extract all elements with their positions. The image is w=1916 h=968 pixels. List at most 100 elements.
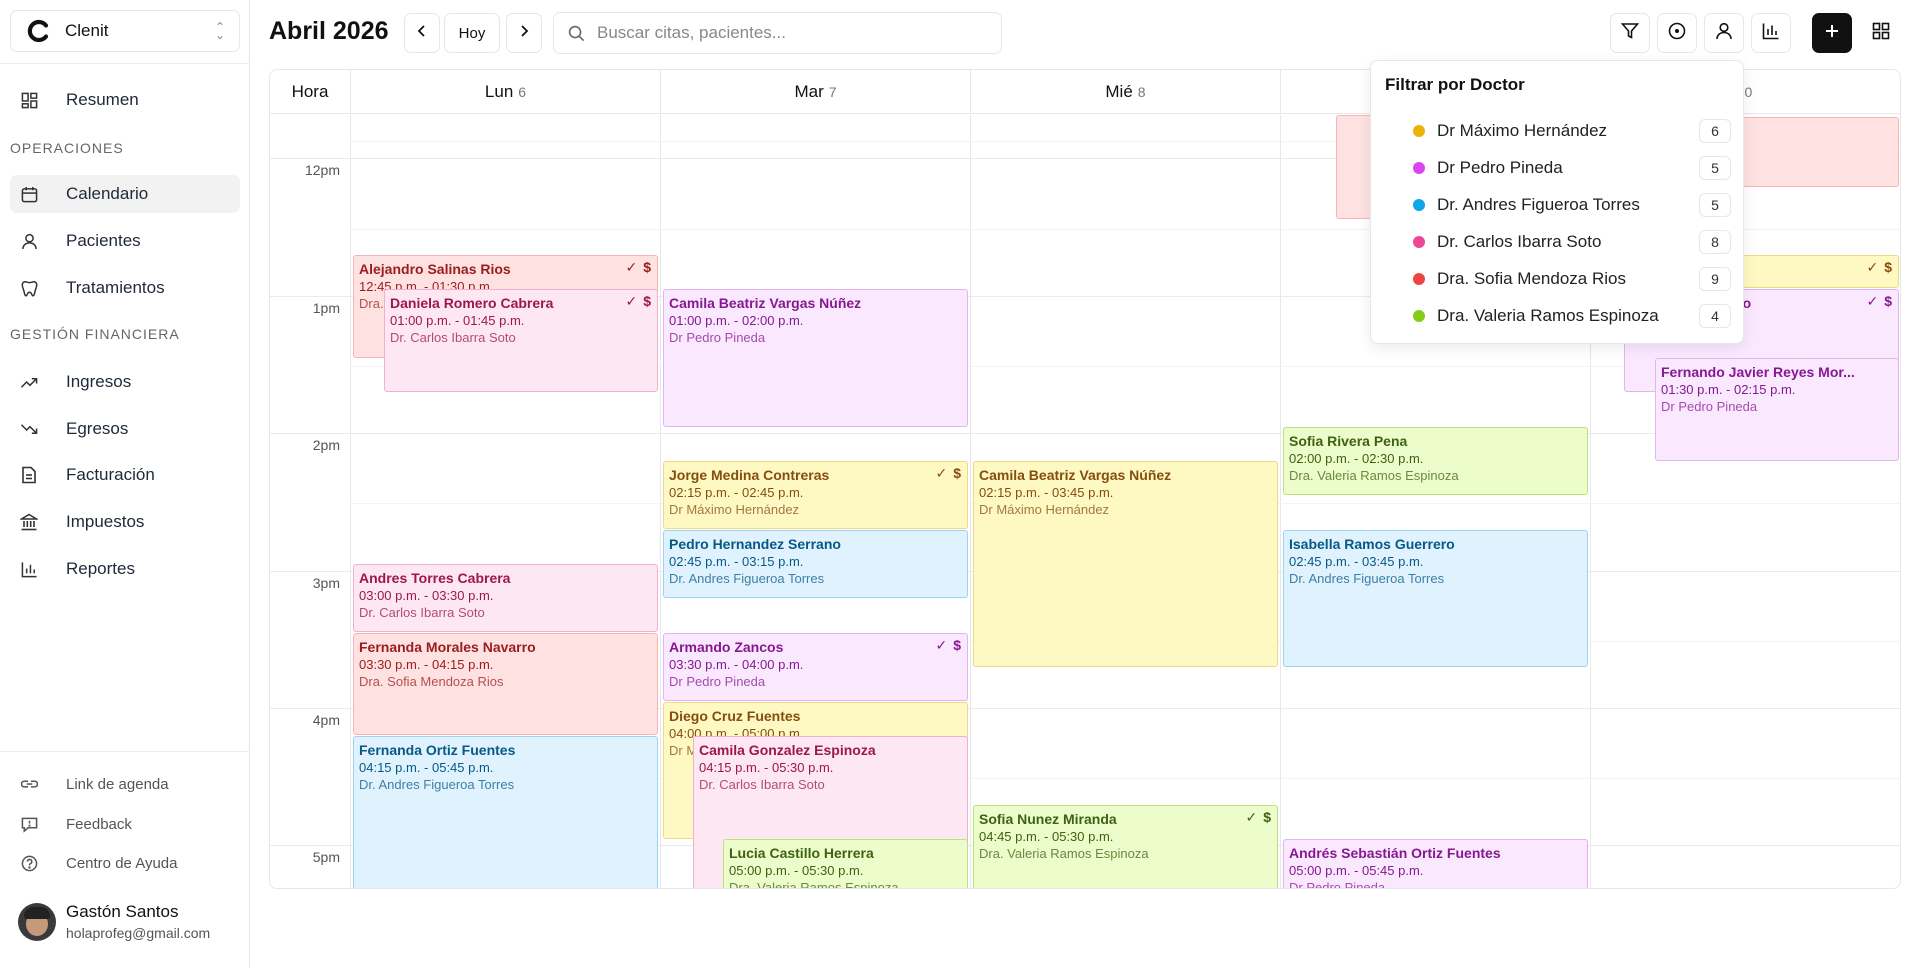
day-number: 7: [828, 83, 837, 100]
hour-header-label: Hora: [291, 81, 329, 101]
user-name: Gastón Santos: [66, 902, 179, 921]
doctor-name: Dr Máximo Hernández: [669, 502, 800, 517]
sidebar-item-egresos[interactable]: Egresos: [10, 410, 240, 448]
check-icon: ✓: [1866, 293, 1879, 309]
appointment-time: 03:00 p.m. - 03:30 p.m.: [359, 588, 494, 603]
org-switcher[interactable]: Clenit ⌃ ⌄: [10, 10, 240, 52]
page-title: Abril 2026: [269, 17, 389, 45]
patient-name: Lucia Castillo Herrera: [729, 845, 874, 861]
doctor-color-dot: [1413, 162, 1425, 174]
appointment-card[interactable]: Fernando Javier Reyes Mor... 01:30 p.m. …: [1655, 358, 1899, 461]
doctor-button[interactable]: [1704, 13, 1744, 53]
doctor-filter-item[interactable]: Dr Pedro Pineda 5: [1385, 150, 1731, 186]
appointment-card[interactable]: Isabella Ramos Guerrero 02:45 p.m. - 03:…: [1283, 530, 1588, 667]
appointment-card[interactable]: Camila Beatriz Vargas Núñez 01:00 p.m. -…: [663, 289, 968, 427]
paid-icon: $: [1263, 809, 1271, 825]
chart-icon: [20, 560, 38, 578]
doctor-name: Dr Pedro Pineda: [1661, 399, 1758, 414]
filter-button[interactable]: [1610, 13, 1650, 53]
doctor-count-badge: 6: [1699, 119, 1731, 143]
column-divider: [1280, 115, 1281, 888]
status-button[interactable]: [1657, 13, 1697, 53]
appointment-card[interactable]: Jorge Medina Contreras 02:15 p.m. - 02:4…: [663, 461, 968, 529]
appointment-time: 02:15 p.m. - 02:45 p.m.: [669, 485, 804, 500]
appointment-time: 04:15 p.m. - 05:30 p.m.: [699, 760, 834, 775]
appointment-card[interactable]: Camila Beatriz Vargas Núñez 02:15 p.m. -…: [973, 461, 1278, 667]
day-header-tue[interactable]: Mar 7: [661, 70, 971, 114]
prev-button[interactable]: [404, 13, 440, 53]
sidebar-item-tratamientos[interactable]: Tratamientos: [10, 269, 240, 307]
doctor-filter-popover: Filtrar por Doctor Dr Máximo Hernández 6…: [1370, 60, 1744, 344]
stats-button[interactable]: [1751, 13, 1791, 53]
doctor-color-dot: [1413, 273, 1425, 285]
check-icon: ✓: [1245, 809, 1258, 825]
patient-name: Fernanda Morales Navarro: [359, 639, 536, 655]
sidebar-item-facturacion[interactable]: Facturación: [10, 456, 240, 494]
search-input[interactable]: [597, 23, 987, 43]
sidebar-item-ingresos[interactable]: Ingresos: [10, 363, 240, 401]
user-email: holaprofeg@gmail.com: [66, 925, 211, 941]
sidebar: Clenit ⌃ ⌄ Resumen OPERACIONES Calendario…: [0, 0, 250, 968]
appointment-card[interactable]: Sofia Rivera Pena 02:00 p.m. - 02:30 p.m…: [1283, 427, 1588, 495]
appointment-card[interactable]: Sofia Nunez Miranda 04:45 p.m. - 05:30 p…: [973, 805, 1278, 888]
user-profile[interactable]: Gastón Santos holaprofeg@gmail.com: [18, 902, 210, 941]
doctor-name: Dr. Carlos Ibarra Soto: [699, 777, 825, 792]
link-de-agenda-link[interactable]: Link de agenda: [10, 768, 240, 800]
sidebar-item-resumen[interactable]: Resumen: [10, 81, 240, 119]
link-icon: [20, 775, 38, 793]
appointment-card[interactable]: Andrés Sebastián Ortiz Fuentes 05:00 p.m…: [1283, 839, 1588, 889]
sidebar-item-label: Impuestos: [66, 512, 145, 531]
doctor-count-badge: 9: [1699, 267, 1731, 291]
chevron-right-icon: [518, 24, 530, 42]
sidebar-item-pacientes[interactable]: Pacientes: [10, 222, 240, 260]
today-button[interactable]: Hoy: [444, 13, 500, 53]
appointment-card[interactable]: Daniela Romero Cabrera 01:00 p.m. - 01:4…: [384, 289, 658, 392]
appointment-card[interactable]: Lucia Castillo Herrera 05:00 p.m. - 05:3…: [723, 839, 968, 888]
appointment-card[interactable]: Armando Zancos 03:30 p.m. - 04:00 p.m. D…: [663, 633, 968, 701]
hour-label: 1pm: [312, 300, 340, 316]
appointment-time: 02:15 p.m. - 03:45 p.m.: [979, 485, 1114, 500]
doctor-count-badge: 8: [1699, 230, 1731, 254]
doctor-filter-item[interactable]: Dr. Carlos Ibarra Soto 8: [1385, 224, 1731, 260]
doctor-name: Dr. Carlos Ibarra Soto: [359, 605, 485, 620]
doctor-filter-item[interactable]: Dra. Sofia Mendoza Rios 9: [1385, 261, 1731, 297]
hour-label: 3pm: [312, 575, 340, 591]
sidebar-item-reportes[interactable]: Reportes: [10, 550, 240, 588]
doctor-color-dot: [1413, 199, 1425, 211]
doctor-name: Dr Pedro Pineda: [1289, 880, 1386, 889]
patient-name: Andres Torres Cabrera: [359, 570, 511, 586]
check-icon: ✓: [935, 465, 948, 481]
sidebar-item-calendario[interactable]: Calendario: [10, 175, 240, 213]
feedback-link[interactable]: Feedback: [10, 808, 240, 840]
column-divider: [350, 115, 351, 888]
sidebar-item-label: Facturación: [66, 465, 155, 484]
doctor-name: Dr. Andres Figueroa Torres: [669, 571, 825, 586]
appointment-card[interactable]: Fernanda Morales Navarro 03:30 p.m. - 04…: [353, 633, 658, 735]
doctor-filter-item[interactable]: Dr. Andres Figueroa Torres 5: [1385, 187, 1731, 223]
add-appointment-button[interactable]: [1812, 13, 1852, 53]
doctor-filter-item[interactable]: Dra. Valeria Ramos Espinoza 4: [1385, 298, 1731, 334]
doctor-color-dot: [1413, 125, 1425, 137]
help-center-link[interactable]: Centro de Ayuda: [10, 847, 240, 879]
day-header-wed[interactable]: Mié 8: [971, 70, 1281, 114]
appointment-card[interactable]: Andres Torres Cabrera 03:00 p.m. - 03:30…: [353, 564, 658, 632]
next-button[interactable]: [506, 13, 542, 53]
day-header-mon[interactable]: Lun 6: [351, 70, 661, 114]
appointment-time: 04:15 p.m. - 05:45 p.m.: [359, 760, 494, 775]
sidebar-item-impuestos[interactable]: Impuestos: [10, 503, 240, 541]
check-icon: ✓: [935, 637, 948, 653]
appointment-flags: ✓ $: [935, 465, 961, 482]
search-box[interactable]: [553, 12, 1002, 54]
doctor-name: Dr. Carlos Ibarra Soto: [1437, 232, 1602, 251]
paid-icon: $: [1884, 259, 1892, 275]
patient-name: Fernando Javier Reyes Mor...: [1661, 364, 1855, 380]
clenit-logo-icon: [25, 17, 53, 45]
view-grid-button[interactable]: [1861, 13, 1901, 53]
day-number: 8: [1137, 83, 1146, 100]
appointment-card[interactable]: Pedro Hernandez Serrano 02:45 p.m. - 03:…: [663, 530, 968, 598]
appointment-time: 02:45 p.m. - 03:15 p.m.: [669, 554, 804, 569]
dashboard-icon: [20, 91, 38, 109]
doctor-filter-item[interactable]: Dr Máximo Hernández 6: [1385, 113, 1731, 149]
paid-icon: $: [953, 465, 961, 481]
appointment-card[interactable]: Fernanda Ortiz Fuentes 04:15 p.m. - 05:4…: [353, 736, 658, 888]
